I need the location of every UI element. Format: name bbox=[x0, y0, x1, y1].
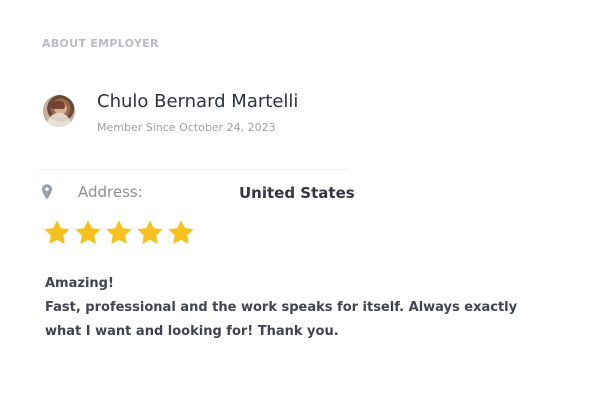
star-rating bbox=[42, 217, 196, 249]
location-pin-icon bbox=[42, 184, 52, 200]
star-icon bbox=[75, 220, 101, 244]
review: Amazing! Fast, professional and the work… bbox=[45, 272, 555, 344]
star-icon bbox=[44, 220, 70, 244]
star-icon bbox=[137, 220, 163, 244]
star-icon bbox=[106, 220, 132, 244]
address-label: Address: bbox=[78, 183, 143, 201]
employer-name: Chulo Bernard Martelli bbox=[97, 91, 299, 112]
review-text: Fast, professional and the work speaks f… bbox=[45, 300, 518, 339]
about-employer-page: ABOUT EMPLOYER Chulo Bernard Martelli Me… bbox=[0, 0, 600, 400]
star-icon bbox=[168, 220, 194, 244]
avatar bbox=[43, 95, 75, 127]
address-value: United States bbox=[239, 184, 355, 202]
section-divider bbox=[38, 169, 348, 170]
member-since: Member Since October 24, 2023 bbox=[97, 121, 276, 134]
section-title: ABOUT EMPLOYER bbox=[42, 37, 159, 50]
review-title: Amazing! bbox=[45, 276, 114, 291]
